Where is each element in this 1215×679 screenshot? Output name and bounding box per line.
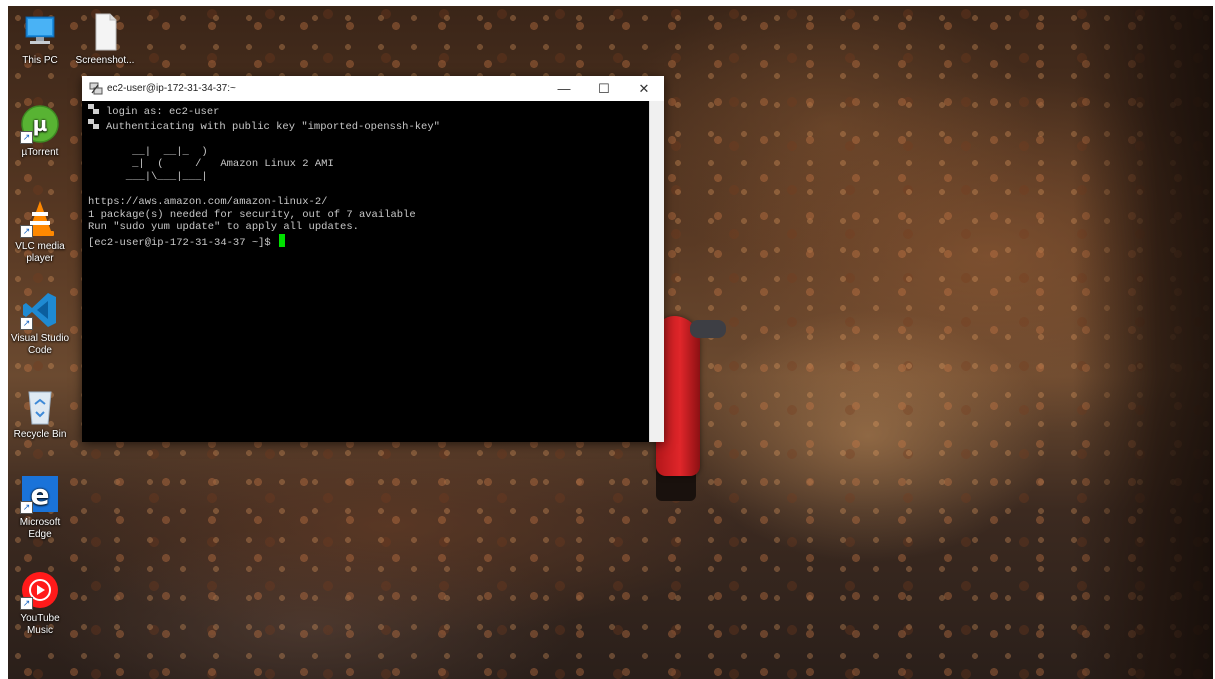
file-icon bbox=[85, 12, 125, 52]
close-button[interactable]: ✕ bbox=[624, 76, 664, 101]
window-title: ec2-user@ip-172-31-34-37:~ bbox=[107, 83, 236, 94]
desktop-icon-label: Microsoft Edge bbox=[19, 517, 61, 540]
desktop-icon-vlc[interactable]: ↗ VLC media player bbox=[8, 198, 72, 265]
utorrent-icon: µ ↗ bbox=[20, 104, 60, 144]
shortcut-arrow-icon: ↗ bbox=[20, 131, 33, 144]
vscode-icon: ↗ bbox=[20, 290, 60, 330]
terminal-scrollbar[interactable] bbox=[649, 101, 664, 442]
terminal-line-security: 1 package(s) needed for security, out of… bbox=[88, 208, 416, 221]
terminal-window[interactable]: ec2-user@ip-172-31-34-37:~ — ☐ ✕ login a… bbox=[82, 76, 664, 442]
terminal-output[interactable]: login as: ec2-user Authenticating with pu… bbox=[82, 101, 650, 442]
banner-line-1: __| __|_ ) bbox=[88, 145, 208, 158]
terminal-prompt-line[interactable]: [ec2-user@ip-172-31-34-37 ~]$ bbox=[88, 233, 650, 250]
youtube-music-icon: ↗ bbox=[20, 570, 60, 610]
text-cursor bbox=[279, 233, 286, 247]
edge-icon: e ↗ bbox=[20, 474, 60, 514]
banner-line-3: ___|\___|___| bbox=[88, 170, 208, 183]
desktop-icon-edge[interactable]: e ↗ Microsoft Edge bbox=[8, 474, 72, 541]
key-icon bbox=[88, 118, 99, 129]
maximize-button[interactable]: ☐ bbox=[584, 76, 624, 101]
window-titlebar[interactable]: ec2-user@ip-172-31-34-37:~ — ☐ ✕ bbox=[82, 76, 664, 101]
computer-icon bbox=[20, 12, 60, 52]
wallpaper-trees bbox=[1073, 6, 1213, 679]
desktop-icon-utorrent[interactable]: µ ↗ µTorrent bbox=[8, 104, 72, 159]
putty-icon bbox=[89, 82, 103, 96]
prompt-text: [ec2-user@ip-172-31-34-37 ~]$ bbox=[88, 236, 278, 249]
svg-text:e: e bbox=[31, 478, 50, 511]
desktop-icon-label: VLC media player bbox=[15, 241, 65, 264]
terminal-line-login: login as: ec2-user bbox=[88, 104, 650, 119]
svg-text:µ: µ bbox=[33, 112, 48, 136]
desktop-icon-vscode[interactable]: ↗ Visual Studio Code bbox=[8, 290, 72, 357]
desktop-icon-recycle-bin[interactable]: Recycle Bin bbox=[8, 386, 72, 441]
vlc-icon: ↗ bbox=[20, 198, 60, 238]
shortcut-arrow-icon: ↗ bbox=[20, 597, 33, 610]
login-text: login as: ec2-user bbox=[106, 106, 220, 118]
key-icon bbox=[88, 104, 99, 114]
desktop-icon-label: This PC bbox=[22, 55, 58, 66]
auth-text: Authenticating with public key "imported… bbox=[106, 120, 440, 133]
desktop-icon-label: Recycle Bin bbox=[13, 429, 67, 440]
desktop-icon-youtube-music[interactable]: ↗ YouTube Music bbox=[8, 570, 72, 637]
desktop-icon-screenshot[interactable]: Screenshot... bbox=[73, 12, 137, 67]
shortcut-arrow-icon: ↗ bbox=[20, 501, 33, 514]
banner-line-2: _| ( / Amazon Linux 2 AMI bbox=[88, 158, 334, 171]
desktop-icon-label: YouTube Music bbox=[20, 613, 60, 636]
recycle-bin-icon bbox=[20, 386, 60, 426]
desktop-icon-label: Visual Studio Code bbox=[10, 333, 70, 356]
terminal-line-url: https://aws.amazon.com/amazon-linux-2/ bbox=[88, 196, 328, 209]
desktop-icon-this-pc[interactable]: This PC bbox=[8, 12, 72, 67]
desktop-icon-label: µTorrent bbox=[21, 147, 59, 158]
minimize-button[interactable]: — bbox=[544, 76, 584, 101]
terminal-line-update: Run "sudo yum update" to apply all updat… bbox=[88, 221, 359, 234]
shortcut-arrow-icon: ↗ bbox=[20, 225, 33, 238]
wallpaper-car-mirror bbox=[690, 320, 726, 338]
shortcut-arrow-icon: ↗ bbox=[20, 317, 33, 330]
terminal-line-auth: Authenticating with public key "imported… bbox=[88, 118, 650, 134]
desktop-icon-label: Screenshot... bbox=[75, 55, 135, 66]
